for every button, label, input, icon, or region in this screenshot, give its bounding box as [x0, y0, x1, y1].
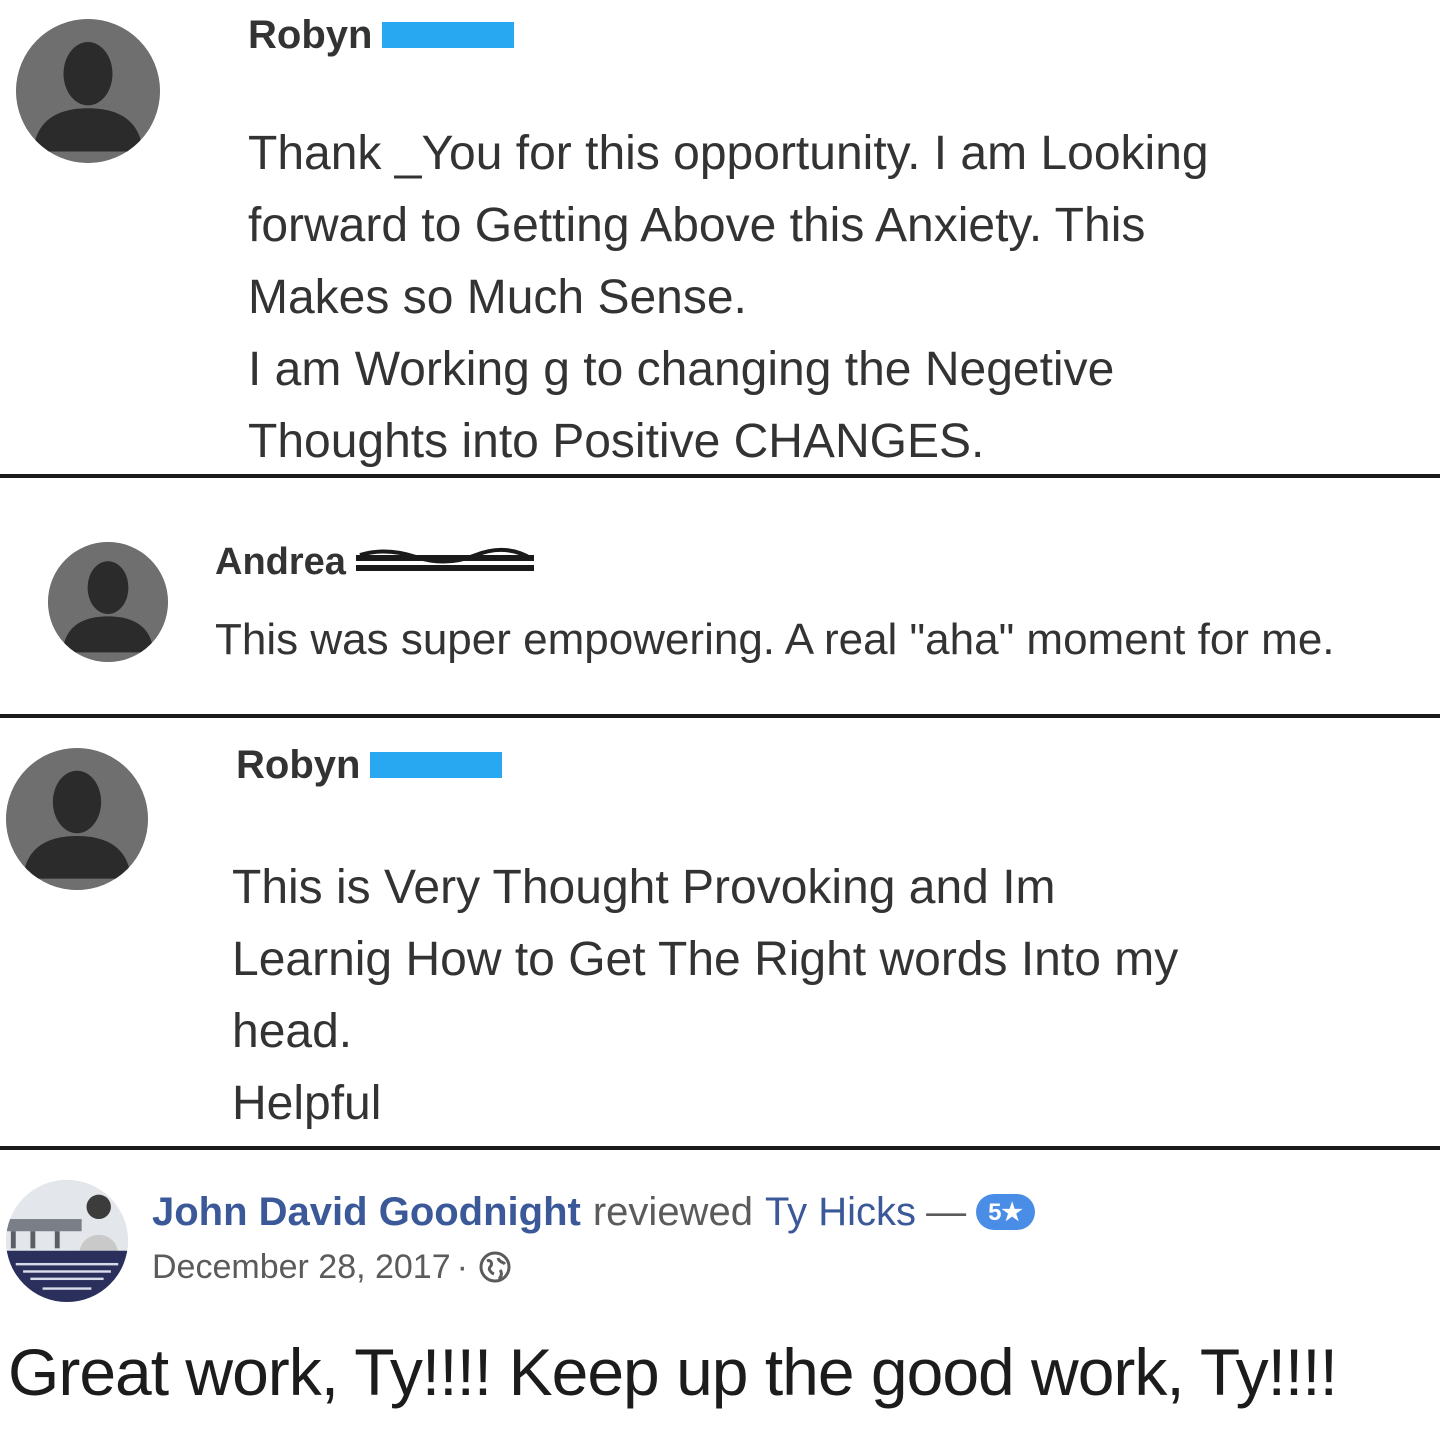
review-header: John David Goodnight reviewed Ty Hicks —… — [152, 1188, 1035, 1236]
reviewed-text: reviewed — [592, 1189, 753, 1234]
reviewer-name-link[interactable]: John David Goodnight — [152, 1190, 581, 1235]
reviewer-photo — [6, 1180, 128, 1302]
reviewer-avatar[interactable] — [6, 1180, 128, 1302]
commenter-name-row: Robyn — [236, 740, 503, 790]
name-redaction — [355, 547, 534, 577]
commenter-name[interactable]: Andrea — [215, 541, 346, 584]
commenter-name-row: Andrea — [215, 538, 534, 586]
comment-card-1: Robyn Thank _You for this opportunity. I… — [0, 0, 1440, 474]
review-card: John David Goodnight reviewed Ty Hicks —… — [0, 1150, 1440, 1440]
name-redaction — [382, 22, 515, 48]
comment-text: This was super empowering. A real "aha" … — [215, 615, 1335, 664]
review-meta: December 28, 2017 · — [152, 1246, 512, 1288]
name-redaction — [370, 752, 503, 778]
user-silhouette-icon — [6, 748, 148, 890]
avatar[interactable] — [16, 19, 160, 163]
avatar[interactable] — [6, 748, 148, 890]
header-separator: — — [926, 1189, 967, 1234]
date-separator: · — [456, 1247, 468, 1286]
comment-card-2: Andrea This was super empowering. A real… — [0, 478, 1440, 714]
review-text: Great work, Ty!!!! Keep up the good work… — [8, 1335, 1338, 1409]
commenter-name-row: Robyn — [248, 10, 515, 60]
comment-text: Thank _You for this opportunity. I am Lo… — [248, 127, 1209, 468]
commenter-name[interactable]: Robyn — [236, 743, 360, 788]
avatar[interactable] — [48, 542, 168, 662]
review-date-link[interactable]: December 28, 2017 — [152, 1248, 451, 1287]
reviewed-page-link[interactable]: Ty Hicks — [765, 1190, 916, 1235]
user-silhouette-icon — [48, 542, 168, 662]
globe-icon — [478, 1250, 512, 1284]
rating-badge[interactable]: 5★ — [976, 1194, 1035, 1230]
commenter-name[interactable]: Robyn — [248, 13, 372, 58]
comment-card-3: Robyn This is Very Thought Provoking and… — [0, 718, 1440, 1146]
comment-text: This is Very Thought Provoking and Im Le… — [232, 861, 1179, 1130]
user-silhouette-icon — [16, 19, 160, 163]
